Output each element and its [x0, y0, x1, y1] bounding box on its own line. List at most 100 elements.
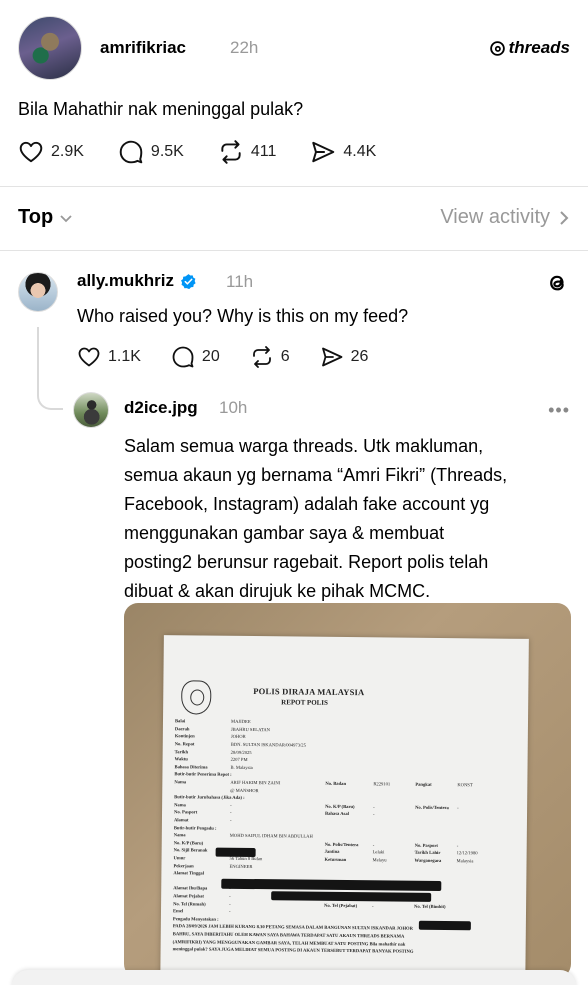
document-field: No. Tel (Bimbit) [414, 903, 446, 909]
more-options-button[interactable]: ••• [548, 400, 570, 421]
document-field: No. Polis/Tentera [324, 841, 359, 847]
repost-button[interactable]: 411 [218, 139, 277, 165]
like-button[interactable]: 1.1K [77, 345, 141, 369]
nested-text-line: Salam semua warga threads. Utk makluman, [124, 436, 484, 456]
threads-logo-icon [489, 40, 505, 56]
document-title: POLIS DIRAJA MALAYSIA [253, 686, 365, 698]
document-field: Alamat Pejabat [173, 893, 204, 899]
document-field: No. Repot [174, 741, 195, 747]
reply-time: 11h [226, 272, 254, 291]
document-field: - [373, 811, 375, 817]
reply-button[interactable]: 20 [171, 345, 220, 369]
document-field: BDN. SULTAN ISKANDAR/004973/25 [230, 741, 306, 748]
reply-count: 20 [201, 348, 220, 365]
document-field: 28/09/2025 [230, 749, 252, 755]
document-field: Nama [174, 802, 186, 808]
document-field: MOHD SAIFUL IDHAM BIN ABDULLAH [229, 833, 313, 839]
police-crest-icon [181, 680, 212, 715]
document-field: - [372, 902, 374, 908]
post-username[interactable]: amrifikriac [100, 38, 186, 58]
chevron-right-icon [560, 210, 569, 225]
document-field: 12/12/1980 [456, 850, 478, 856]
document-field: Tarikh [174, 748, 189, 755]
reply-username[interactable]: ally.mukhriz [77, 271, 174, 291]
document-field: No. Pasport [414, 842, 438, 848]
sort-row: Top View activity [18, 202, 570, 234]
nested-text: Salam semua warga threads. Utk makluman,… [124, 432, 564, 606]
document-field: No. Badan [325, 780, 347, 787]
comment-icon [119, 140, 143, 164]
reply-username-row: ally.mukhriz [77, 271, 197, 291]
document-field: No. Polis/Tentera [415, 804, 449, 810]
document-field: Balai [174, 718, 186, 724]
document-field: - [228, 908, 231, 914]
document-field: @ MANSHOR [230, 787, 259, 793]
document-field: B. Malaysia [230, 764, 253, 770]
thread-line [37, 327, 39, 393]
chevron-down-icon [60, 214, 72, 222]
verified-badge-icon [181, 273, 196, 289]
document-field: Warganegara [414, 857, 442, 864]
document-field: - [229, 901, 231, 907]
nested-text-line: dibuat & akan dirujuk ke pihak MCMC. [124, 581, 431, 601]
document-field: No. K/P (Baru) [325, 803, 355, 809]
document-field: R229101 [373, 781, 391, 787]
sort-label: Top [18, 206, 54, 228]
document-field: Lelaki [372, 849, 385, 855]
document-field: Alamat [173, 817, 189, 823]
document-field: - [373, 804, 375, 810]
redaction-bar [271, 891, 432, 902]
document-field: JBAHRU SELATAN [230, 726, 271, 733]
share-button[interactable]: 26 [320, 345, 369, 369]
repost-count: 411 [250, 143, 277, 160]
document-field: - [229, 817, 232, 823]
heart-icon [19, 141, 43, 163]
nested-text-line: semua akaun yg bernama “Amri Fikri” (Thr… [124, 465, 508, 485]
bottom-sheet[interactable] [12, 970, 576, 985]
share-count: 26 [350, 348, 369, 365]
document-field [174, 789, 230, 790]
view-activity-link[interactable]: View activity [440, 206, 570, 229]
reply-button[interactable]: 9.5K [118, 139, 184, 165]
document-field: Melayu [372, 857, 387, 863]
document-field: No. Pasport [174, 809, 198, 815]
document-field: Emel [172, 908, 184, 914]
post-time: 22h [230, 38, 259, 57]
avatar[interactable] [18, 16, 82, 80]
document-field: Jantina [324, 849, 340, 855]
redaction-bar [418, 920, 471, 931]
document-field: Keturunan [324, 856, 347, 863]
share-button[interactable]: 4.4K [310, 139, 376, 165]
like-button[interactable]: 2.9K [18, 139, 84, 165]
repost-button[interactable]: 6 [250, 345, 290, 369]
post-text: Bila Mahathir nak meninggal pulak? [18, 99, 304, 119]
nested-text-line: Facebook, Instagram) adalah fake account… [124, 494, 490, 514]
repost-icon [252, 346, 271, 368]
threads-logo-icon[interactable] [544, 270, 570, 296]
document-field: Alamat Tinggal [173, 870, 205, 876]
document-field: Pekerjaan [173, 862, 194, 869]
document-field: No. K/P (Baru) [173, 840, 204, 846]
document-field: No. Tel (Pejabat) [324, 902, 358, 908]
comment-icon [172, 346, 194, 368]
document-field: JOHOR [230, 734, 246, 740]
document-field: No. Tel (Rumah) [173, 900, 206, 907]
document-field [229, 873, 324, 874]
nested-username[interactable]: d2ice.jpg [124, 398, 198, 418]
document-field: Nama [174, 779, 187, 785]
threads-brand: threads [489, 38, 570, 58]
document-field: Bahasa Asal [325, 811, 349, 817]
sort-dropdown[interactable]: Top [18, 206, 73, 229]
threads-brand-label: threads [508, 38, 570, 57]
document-field: Nama [173, 832, 186, 838]
nested-text-line: posting2 berunsur ragebait. Report polis… [124, 552, 489, 572]
document-field: Malaysia [456, 858, 474, 864]
repost-count: 6 [280, 348, 290, 365]
nested-text-line: menggunakan gambar saya & membuat [124, 523, 445, 543]
share-count: 4.4K [343, 143, 377, 160]
view-activity-label: View activity [440, 206, 550, 228]
attached-photo[interactable]: POLIS DIRAJA MALAYSIA REPOT POLIS Balai M… [124, 603, 571, 978]
avatar[interactable] [73, 392, 109, 428]
document-field: Tarikh Lahir [414, 850, 441, 856]
avatar[interactable] [18, 272, 58, 312]
